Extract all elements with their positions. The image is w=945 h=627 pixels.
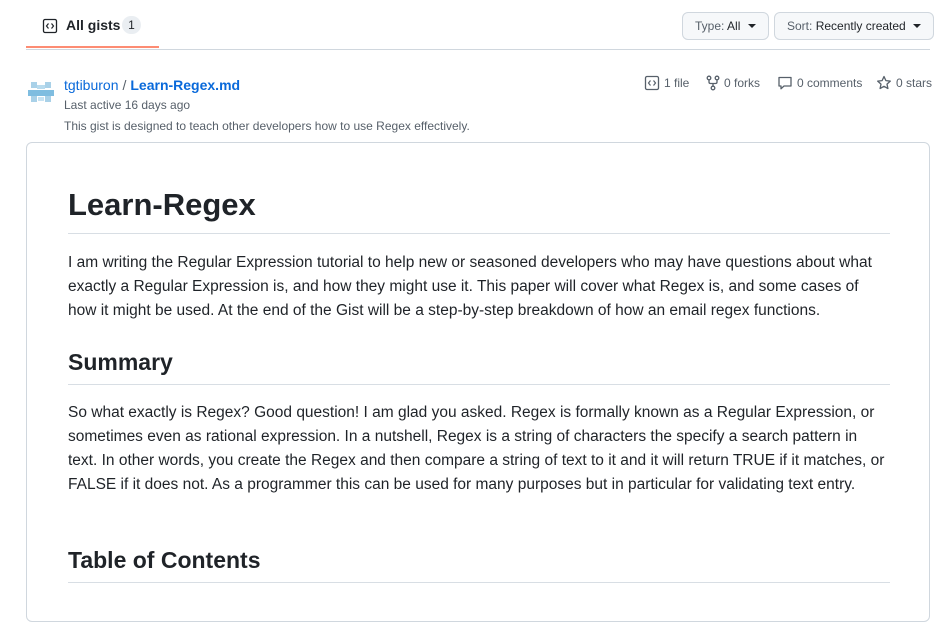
type-filter-prefix: Type: bbox=[695, 19, 725, 33]
sort-filter-prefix: Sort: bbox=[787, 19, 813, 33]
gist-owner-link[interactable]: tgtiburon bbox=[64, 77, 118, 93]
markdown-heading-title: Learn-Regex bbox=[68, 187, 890, 234]
last-active-text: Last active 16 days ago bbox=[64, 98, 191, 112]
summary-heading: Summary bbox=[68, 349, 890, 385]
toc-heading: Table of Contents bbox=[68, 547, 890, 583]
tab-all-gists[interactable]: All gists 1 bbox=[26, 0, 159, 48]
intro-paragraph: I am writing the Regular Expression tuto… bbox=[68, 254, 872, 319]
forks-count: 0 forks bbox=[724, 76, 761, 90]
comments-count: 0 comments bbox=[797, 76, 863, 90]
code-square-icon bbox=[42, 18, 58, 34]
gist-file-card: Learn-Regex I am writing the Regular Exp… bbox=[26, 142, 930, 622]
gist-tabs: All gists 1 Type: All Sort: Recently cre… bbox=[26, 0, 935, 50]
type-filter-value: All bbox=[727, 19, 741, 33]
tab-count-badge: 1 bbox=[122, 16, 141, 34]
star-icon bbox=[877, 75, 891, 90]
gist-title-separator: / bbox=[122, 77, 127, 93]
summary-paragraph: So what exactly is Regex? Good question!… bbox=[68, 404, 885, 493]
sort-filter-value: Recently created bbox=[815, 19, 906, 33]
gist-filename-link[interactable]: Learn-Regex.md bbox=[130, 77, 240, 93]
sort-filter-button[interactable]: Sort: Recently created bbox=[774, 12, 935, 40]
fork-icon bbox=[706, 75, 720, 91]
stars-count-link[interactable]: 0 stars bbox=[876, 75, 932, 91]
type-filter-button[interactable]: Type: All bbox=[682, 12, 769, 40]
gist-description: This gist is designed to teach other dev… bbox=[64, 119, 470, 133]
gist-title: tgtiburon / Learn-Regex.md bbox=[64, 77, 240, 93]
files-count: 1 file bbox=[664, 76, 690, 90]
file-code-icon bbox=[644, 75, 660, 91]
avatar[interactable] bbox=[28, 80, 54, 106]
forks-count-link[interactable]: 0 forks bbox=[706, 75, 760, 91]
caret-down-icon bbox=[913, 23, 922, 28]
comments-count-link[interactable]: 0 comments bbox=[777, 75, 862, 91]
files-count-link[interactable]: 1 file bbox=[644, 75, 689, 91]
caret-down-icon bbox=[747, 23, 756, 28]
stars-count: 0 stars bbox=[896, 76, 933, 90]
tab-all-gists-label: All gists bbox=[66, 17, 121, 33]
comment-icon bbox=[778, 76, 792, 90]
